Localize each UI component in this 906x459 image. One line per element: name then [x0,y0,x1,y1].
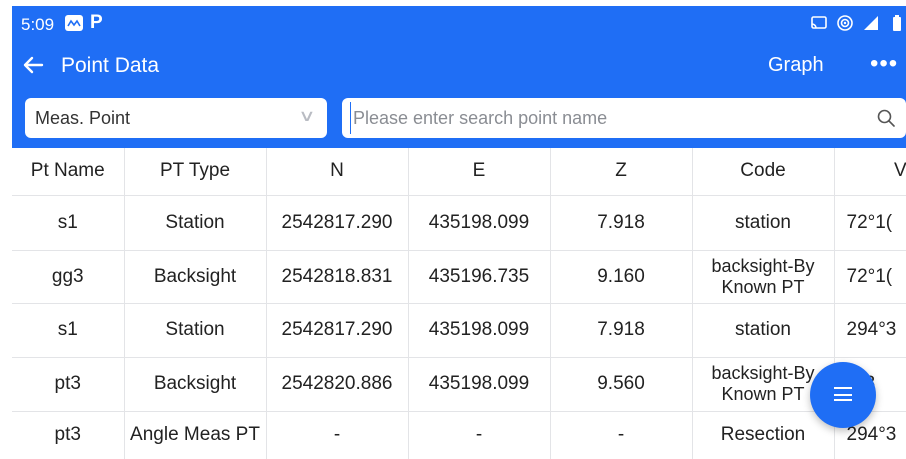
cell-z: 9.560 [550,357,693,412]
cell-e: 435198.099 [408,195,551,251]
cell-n: 2542817.290 [266,195,409,251]
cell-pt-type: Backsight [124,250,267,304]
search-input[interactable] [350,102,860,134]
cell-pt-name: s1 [12,303,125,358]
chevron-down-icon: ∨ [298,108,316,125]
column-header[interactable]: Code [692,148,835,196]
cell-code: station [692,303,835,358]
cell-pt-name: pt3 [12,411,125,459]
table-row[interactable]: s1 Station 2542817.290 435198.099 7.918 … [12,195,906,251]
search-box [342,98,906,138]
battery-icon [888,14,906,32]
cell-z: 7.918 [550,303,693,358]
cell-n: - [266,411,409,459]
column-header[interactable]: N [266,148,409,196]
cell-code: station [692,195,835,251]
mail-icon [65,15,83,31]
status-time: 5:09 [21,15,55,34]
cell-e: - [408,411,551,459]
table-header-row: Pt Name PT Type N E Z Code V/ [12,148,906,196]
cast-icon [810,14,828,32]
cell-n: 2542818.831 [266,250,409,304]
back-arrow-icon[interactable] [18,50,48,80]
page-title: Point Data [61,54,160,77]
cell-code: backsight-By Known PT [692,250,835,304]
point-type-select[interactable]: Meas. Point ∨ [25,98,327,138]
column-header[interactable]: E [408,148,551,196]
filter-bar: Meas. Point ∨ [12,90,906,148]
cell-pt-type: Angle Meas PT [124,411,267,459]
column-header[interactable]: Pt Name [12,148,125,196]
p-icon: P [90,12,103,33]
column-header[interactable]: V/ [834,148,906,196]
signal-icon [862,14,880,32]
cell-pt-name: s1 [12,195,125,251]
search-icon[interactable] [876,108,896,128]
table-row[interactable]: s1 Station 2542817.290 435198.099 7.918 … [12,303,906,358]
menu-icon [834,387,852,401]
point-type-selected: Meas. Point [35,108,131,128]
cell-pt-type: Station [124,303,267,358]
cell-z: - [550,411,693,459]
hotspot-icon [836,14,854,32]
app-screen: 5:09 P Point Data Graph ••• Meas. Point … [12,6,906,459]
status-icons [810,14,906,32]
more-options-icon[interactable]: ••• [870,52,904,79]
cell-e: 435198.099 [408,303,551,358]
cell-pt-type: Station [124,195,267,251]
status-bar: 5:09 P [12,6,906,43]
app-bar: Point Data Graph ••• [12,43,906,90]
menu-fab-button[interactable] [810,362,876,428]
graph-button[interactable]: Graph [768,54,824,77]
cell-code: Resection [692,411,835,459]
column-header[interactable]: PT Type [124,148,267,196]
cell-e: 435196.735 [408,250,551,304]
cell-z: 9.160 [550,250,693,304]
cell-va: 294°3 [834,303,906,358]
cell-pt-name: pt3 [12,357,125,412]
point-data-table: Pt Name PT Type N E Z Code V/ s1 Station… [12,148,906,459]
table-row[interactable]: pt3 Angle Meas PT - - - Resection 294°3 [12,411,906,459]
cell-va: 72°1( [834,195,906,251]
table-row[interactable]: pt3 Backsight 2542820.886 435198.099 9.5… [12,357,906,412]
table-row[interactable]: gg3 Backsight 2542818.831 435196.735 9.1… [12,250,906,304]
cell-n: 2542817.290 [266,303,409,358]
column-header[interactable]: Z [550,148,693,196]
cell-n: 2542820.886 [266,357,409,412]
cell-va: 72°1( [834,250,906,304]
cell-pt-type: Backsight [124,357,267,412]
cell-pt-name: gg3 [12,250,125,304]
cell-e: 435198.099 [408,357,551,412]
cell-z: 7.918 [550,195,693,251]
